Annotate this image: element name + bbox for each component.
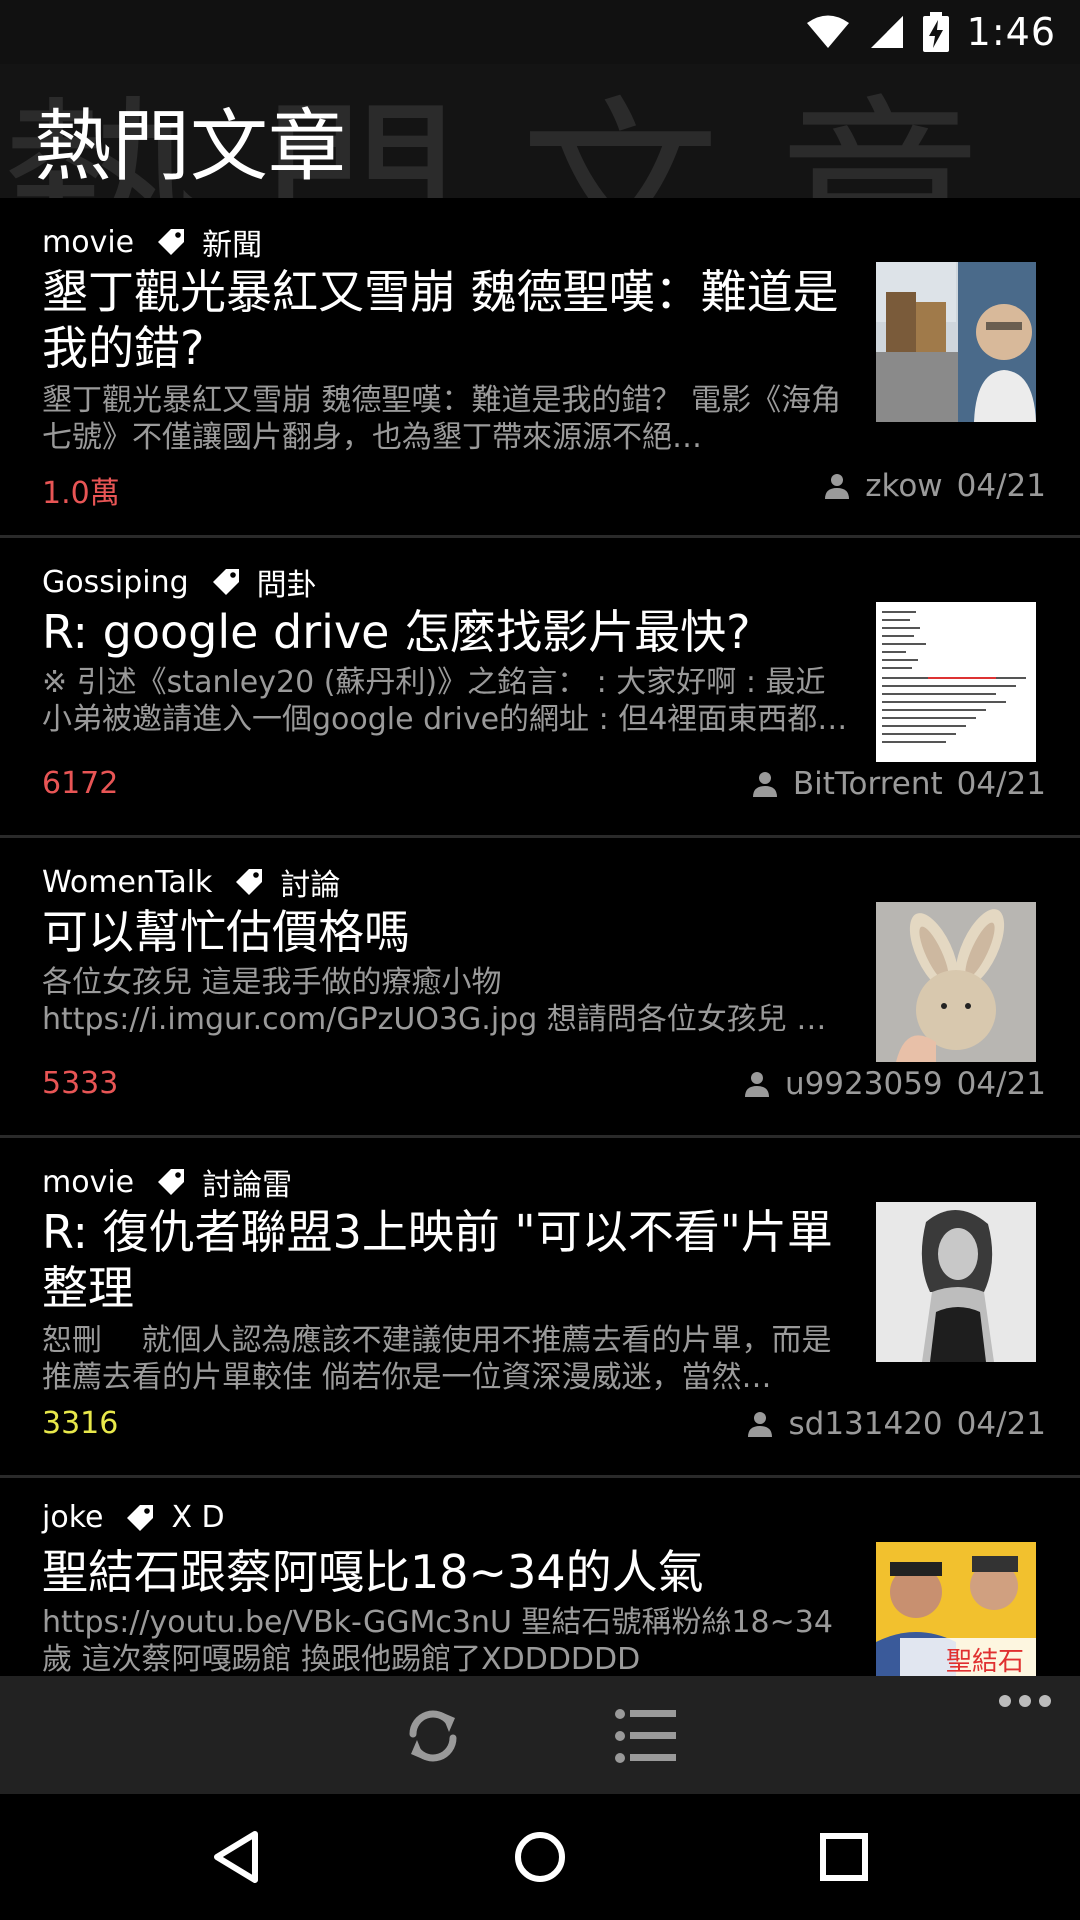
post-author: BitTorrent 04/21: [751, 766, 1046, 802]
board-name: joke: [42, 1500, 104, 1535]
cell-signal-icon: [870, 16, 903, 48]
push-count: 6172: [42, 766, 119, 801]
page-header: 熱門文章 熱門文章: [0, 64, 1080, 198]
author-name: BitTorrent: [792, 766, 943, 802]
post-excerpt: 各位女孩兒 這是我手做的療癒小物 https://i.imgur.com/GPz…: [42, 965, 827, 1037]
category-label: 新聞: [202, 228, 263, 263]
post-excerpt: ※ 引述《stanley20 (蘇丹利)》之銘言： : 大家好啊 : 最近小弟被…: [42, 665, 848, 737]
category-label: 問卦: [256, 568, 317, 603]
bunny-plush-image: [876, 902, 1036, 1062]
board-name: movie: [42, 1164, 135, 1200]
board-name: Gossiping: [42, 564, 189, 600]
street-photo-image: [876, 262, 1036, 422]
push-count: 1.0萬: [42, 476, 120, 511]
post-thumbnail[interactable]: [876, 1202, 1036, 1362]
list-icon: [615, 1709, 676, 1763]
recents-button[interactable]: [774, 1794, 914, 1920]
portrait-photo-image: [876, 1202, 1036, 1362]
post-title: 聖結石跟蔡阿嘎比18~34的人氣: [42, 1545, 704, 1599]
status-bar: 1:46: [0, 0, 1080, 64]
post-item[interactable]: movie 討論雷 R: 復仇者聯盟3上映前 "可以不看"片單整理 恕刪 就個人…: [0, 1138, 1080, 1478]
post-date: 04/21: [956, 1406, 1046, 1442]
post-excerpt: 恕刪 就個人認為應該不建議使用不推薦去看的片單，而是推薦去看的片單較佳 倘若你是…: [42, 1323, 832, 1395]
post-title: 可以幫忙估價格嗎: [42, 905, 410, 959]
system-nav-bar: [0, 1794, 1080, 1920]
post-item[interactable]: WomenTalk 討論 可以幫忙估價格嗎 各位女孩兒 這是我手做的療癒小物 h…: [0, 838, 1080, 1138]
board-name: WomenTalk: [42, 864, 213, 900]
battery-charging-icon: [922, 12, 949, 52]
tag-icon: [234, 867, 264, 897]
wifi-icon: [806, 15, 849, 48]
author-name: sd131420: [788, 1406, 943, 1442]
push-count: 5333: [42, 1066, 119, 1101]
recents-icon: [820, 1833, 868, 1881]
refresh-icon: [409, 1710, 457, 1762]
bottom-toolbar: [0, 1676, 1080, 1794]
person-icon: [748, 1412, 773, 1437]
more-icon: [999, 1695, 1051, 1707]
post-title: 墾丁觀光暴紅又雪崩 魏德聖嘆：難道是我的錯?: [42, 265, 839, 375]
author-name: zkow: [865, 468, 943, 504]
refresh-button[interactable]: [393, 1696, 473, 1776]
post-author: u9923059 04/21: [743, 1066, 1046, 1102]
post-excerpt: 墾丁觀光暴紅又雪崩 魏德聖嘆：難道是我的錯？ 電影《海角七號》不僅讓國片翻身，也…: [42, 383, 842, 455]
page-title: 熱門文章: [34, 102, 347, 192]
back-icon: [214, 1831, 258, 1883]
back-button[interactable]: [166, 1794, 306, 1920]
category-label: 討論: [280, 868, 341, 903]
post-title: R: google drive 怎麼找影片最快?: [42, 605, 751, 659]
post-meta: movie 新聞: [42, 220, 262, 264]
post-meta: movie 討論雷: [42, 1160, 292, 1204]
home-button[interactable]: [470, 1794, 610, 1920]
home-icon: [515, 1832, 565, 1882]
tag-icon: [156, 227, 186, 257]
post-meta: WomenTalk 討論: [42, 860, 340, 904]
tag-icon: [156, 1167, 186, 1197]
post-item[interactable]: joke X D 聖結石跟蔡阿嘎比18~34的人氣 https://youtu.…: [0, 1478, 1080, 1676]
post-title: R: 復仇者聯盟3上映前 "可以不看"片單整理: [42, 1205, 833, 1315]
board-name: movie: [42, 224, 135, 260]
post-meta: Gossiping 問卦: [42, 560, 317, 604]
more-options-button[interactable]: [990, 1676, 1060, 1726]
tag-icon: [125, 1503, 155, 1533]
post-thumbnail[interactable]: [876, 602, 1036, 762]
category-label: 討論雷: [202, 1168, 293, 1203]
push-count: 3316: [42, 1406, 119, 1441]
post-meta: joke X D: [42, 1500, 225, 1535]
post-date: 04/21: [956, 468, 1046, 504]
video-badge-text: 聖結石: [946, 1647, 1024, 1676]
post-thumbnail[interactable]: 聖結石: [876, 1542, 1036, 1676]
video-thumbnail-image: 聖結石: [876, 1542, 1036, 1676]
post-item[interactable]: Gossiping 問卦 R: google drive 怎麼找影片最快? ※ …: [0, 538, 1080, 838]
list-button[interactable]: [606, 1696, 686, 1776]
post-thumbnail[interactable]: [876, 902, 1036, 1062]
author-name: u9923059: [784, 1066, 943, 1102]
person-icon: [744, 1072, 769, 1097]
post-list[interactable]: movie 新聞 墾丁觀光暴紅又雪崩 魏德聖嘆：難道是我的錯? 墾丁觀光暴紅又雪…: [0, 198, 1080, 1676]
person-icon: [752, 772, 777, 797]
post-excerpt: https://youtu.be/VBk-GGMc3nU 聖結石號稱粉絲18~3…: [42, 1605, 833, 1676]
post-item[interactable]: movie 新聞 墾丁觀光暴紅又雪崩 魏德聖嘆：難道是我的錯? 墾丁觀光暴紅又雪…: [0, 198, 1080, 538]
post-date: 04/21: [956, 1066, 1046, 1102]
document-screenshot-image: [876, 602, 1036, 762]
clock: 1:46: [966, 10, 1056, 54]
person-icon: [825, 474, 850, 499]
post-thumbnail[interactable]: [876, 262, 1036, 422]
post-author: zkow 04/21: [823, 468, 1046, 504]
post-author: sd131420 04/21: [746, 1406, 1046, 1442]
post-date: 04/21: [956, 766, 1046, 802]
tag-icon: [211, 567, 241, 597]
category-label: X D: [171, 1500, 225, 1535]
